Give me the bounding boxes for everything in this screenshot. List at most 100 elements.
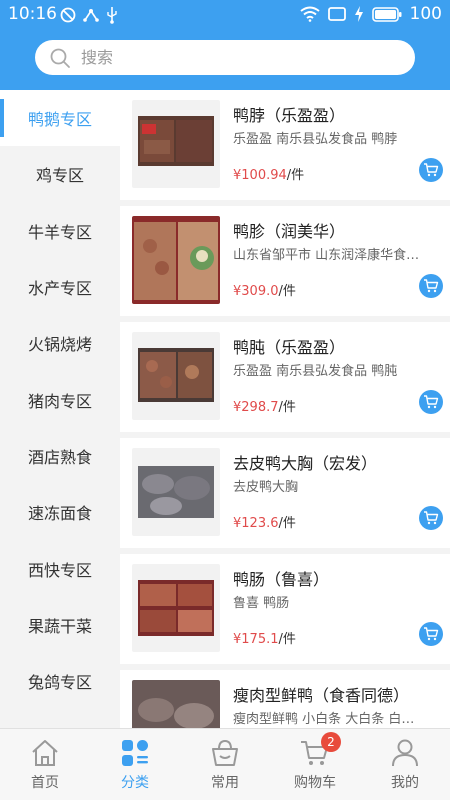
sidebar-item-hotel-deli[interactable]: 酒店熟食 — [0, 428, 120, 484]
sidebar-item-label: 西快专区 — [27, 560, 92, 580]
tab-category[interactable]: 分类 — [90, 729, 180, 800]
product-name: 鸭胗（润美华） — [233, 222, 346, 241]
product-list: 鸭脖（乐盈盈） 乐盈盈 南乐县弘发食品 鸭脖 ¥100.94/件 鸭胗（润美华）… — [120, 90, 450, 728]
network-icon — [83, 9, 99, 22]
status-time: 10:16 — [8, 4, 57, 24]
charging-icon — [354, 6, 363, 22]
product-name: 鸭脖（乐盈盈） — [233, 106, 346, 125]
search-icon — [50, 48, 70, 68]
price-value: ¥123.6 — [233, 516, 279, 531]
do-not-disturb-icon — [60, 7, 76, 23]
tab-label: 首页 — [31, 775, 59, 791]
product-item[interactable]: 去皮鸭大胸（宏发） 去皮鸭大胸 ¥123.6/件 — [120, 438, 450, 548]
sidebar-item-pork[interactable]: 猪肉专区 — [0, 371, 120, 427]
price-value: ¥298.7 — [233, 400, 279, 415]
product-desc: 山东省邹平市 山东润泽康华食… — [233, 248, 420, 263]
product-name: 去皮鸭大胸（宏发） — [233, 454, 378, 473]
product-price: ¥298.7/件 — [233, 396, 296, 415]
product-desc: 去皮鸭大胸 — [233, 480, 299, 495]
usb-icon — [107, 7, 117, 24]
tab-profile[interactable]: 我的 — [360, 729, 450, 800]
sidebar-item-label: 鸡专区 — [35, 166, 84, 186]
product-price: ¥123.6/件 — [233, 512, 296, 531]
sidebar-item-duck-goose[interactable]: 鸭鹅专区 — [0, 90, 120, 147]
price-unit: /件 — [278, 632, 296, 647]
product-item[interactable]: 鸭肠（鲁喜） 鲁喜 鸭肠 ¥175.1/件 — [120, 554, 450, 664]
add-to-cart-button[interactable] — [419, 506, 443, 530]
cart-icon — [424, 395, 439, 409]
price-unit: /件 — [278, 284, 296, 299]
product-image — [132, 100, 220, 188]
product-item[interactable]: 鸭肫（乐盈盈） 乐盈盈 南乐县弘发食品 鸭肫 ¥298.7/件 — [120, 322, 450, 432]
add-to-cart-button[interactable] — [419, 390, 443, 414]
price-value: ¥309.0 — [233, 284, 279, 299]
product-desc: 瘦肉型鲜鸭 小白条 大白条 白… — [233, 712, 415, 727]
battery-icon — [371, 6, 402, 22]
tab-cart[interactable]: 2 购物车 — [270, 729, 360, 800]
sidebar-item-label: 酒店熟食 — [27, 447, 92, 467]
sidebar-item-chicken[interactable]: 鸡专区 — [0, 146, 120, 202]
product-image — [132, 332, 220, 420]
sidebar-item-frozen-noodles[interactable]: 速冻面食 — [0, 484, 120, 540]
sidebar-item-label: 火锅烧烤 — [27, 335, 92, 355]
tab-label: 常用 — [211, 775, 239, 791]
product-desc: 鲁喜 鸭肠 — [233, 596, 290, 611]
tab-frequent[interactable]: 常用 — [180, 729, 270, 800]
product-item[interactable]: 鸭胗（润美华） 山东省邹平市 山东润泽康华食… ¥309.0/件 — [120, 206, 450, 316]
sidebar-item-label: 水产专区 — [27, 279, 92, 299]
tab-label: 购物车 — [294, 775, 336, 791]
basket-icon — [212, 739, 238, 766]
search-input[interactable] — [81, 48, 381, 67]
sidebar-item-label: 鸭鹅专区 — [27, 110, 92, 130]
product-item[interactable]: 瘦肉型鲜鸭（食香同德） 瘦肉型鲜鸭 小白条 大白条 白… — [120, 670, 450, 728]
status-icons-right: 100 — [299, 4, 442, 24]
product-image — [132, 564, 220, 652]
product-name: 鸭肫（乐盈盈） — [233, 338, 346, 357]
cart-icon — [424, 279, 439, 293]
sidebar-item-label: 牛羊专区 — [27, 222, 92, 242]
add-to-cart-button[interactable] — [419, 158, 443, 182]
sidebar-item-hotpot-bbq[interactable]: 火锅烧烤 — [0, 315, 120, 371]
status-bar: 10:16 100 — [0, 0, 450, 30]
sidebar-item-label: 果蔬干菜 — [27, 616, 92, 636]
product-image — [132, 216, 220, 304]
status-icons-left — [60, 6, 118, 24]
price-value: ¥100.94 — [233, 168, 287, 183]
cart-icon — [424, 163, 439, 177]
price-unit: /件 — [286, 168, 305, 183]
bottom-tab-bar: 首页 分类 常用 2 购物车 我的 — [0, 728, 450, 800]
product-desc: 乐盈盈 南乐县弘发食品 鸭肫 — [233, 364, 398, 379]
cart-icon — [424, 511, 439, 525]
price-value: ¥175.1 — [233, 632, 279, 647]
sidebar-item-beef-lamb[interactable]: 牛羊专区 — [0, 203, 120, 259]
sidebar-item-label: 兔鸽专区 — [27, 673, 92, 693]
sidebar-item-label: 速冻面食 — [27, 504, 92, 524]
user-icon — [392, 739, 418, 767]
home-icon — [32, 740, 58, 766]
sidebar-item-western-fast[interactable]: 西快专区 — [0, 540, 120, 596]
product-price: ¥309.0/件 — [233, 280, 296, 299]
tab-home[interactable]: 首页 — [0, 729, 90, 800]
product-name: 瘦肉型鲜鸭（食香同德） — [233, 686, 410, 705]
cart-badge: 2 — [321, 732, 341, 752]
add-to-cart-button[interactable] — [419, 274, 443, 298]
product-price: ¥175.1/件 — [233, 628, 296, 647]
price-unit: /件 — [278, 400, 296, 415]
header — [0, 30, 450, 90]
tab-label: 分类 — [121, 775, 149, 791]
product-image — [132, 680, 220, 728]
cast-icon — [327, 7, 346, 21]
sidebar-item-label: 猪肉专区 — [27, 391, 92, 411]
category-icon — [122, 740, 148, 766]
sidebar-item-seafood[interactable]: 水产专区 — [0, 259, 120, 315]
battery-level: 100 — [409, 4, 442, 24]
sidebar-item-rabbit-pigeon[interactable]: 兔鸽专区 — [0, 653, 120, 709]
sidebar-item-produce-dry[interactable]: 果蔬干菜 — [0, 597, 120, 653]
category-sidebar: 鸭鹅专区 鸡专区 牛羊专区 水产专区 火锅烧烤 猪肉专区 酒店熟食 速冻面食 西… — [0, 90, 120, 728]
product-item[interactable]: 鸭脖（乐盈盈） 乐盈盈 南乐县弘发食品 鸭脖 ¥100.94/件 — [120, 90, 450, 200]
search-bar[interactable] — [35, 40, 415, 75]
product-desc: 乐盈盈 南乐县弘发食品 鸭脖 — [233, 132, 398, 147]
add-to-cart-button[interactable] — [419, 622, 443, 646]
tab-label: 我的 — [391, 775, 419, 791]
product-name: 鸭肠（鲁喜） — [233, 570, 330, 589]
